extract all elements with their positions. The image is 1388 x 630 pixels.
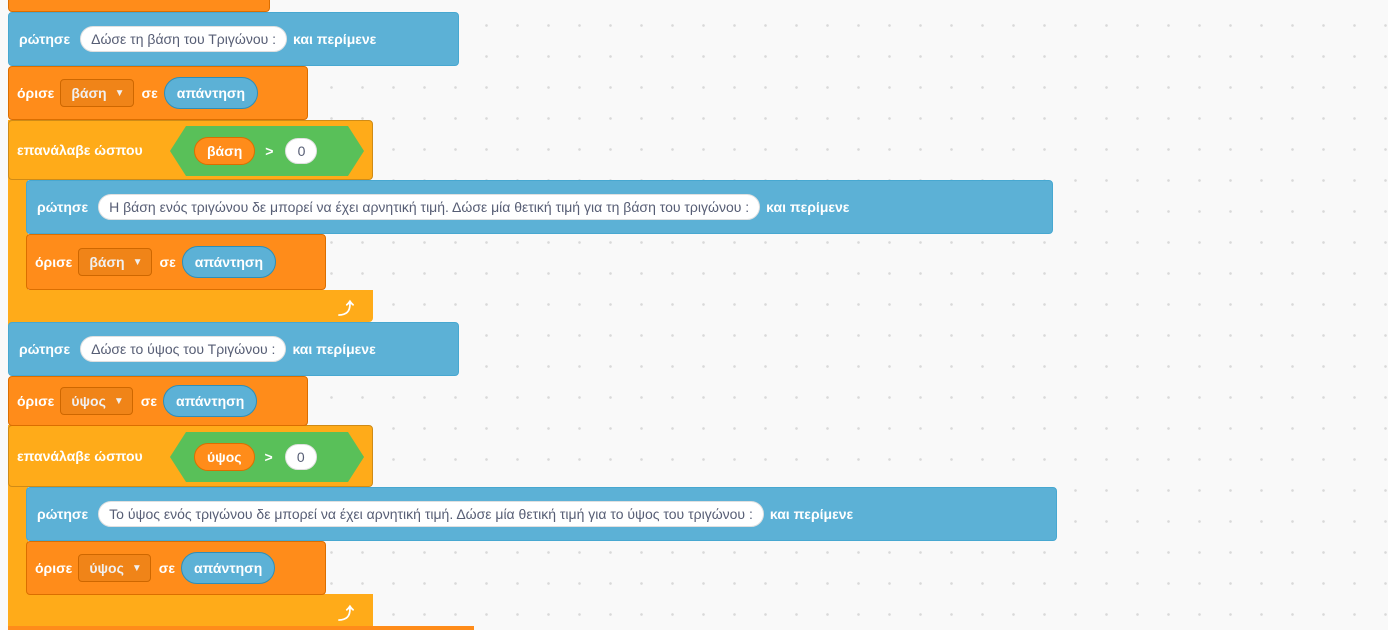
ask-and-wait-block[interactable]: ρώτησε Δώσε τη βάση του Τριγώνου : και π… — [8, 12, 459, 66]
greater-than-operator: > — [264, 449, 273, 465]
ask-keyword: ρώτησε — [19, 31, 71, 47]
number-input[interactable]: 0 — [285, 444, 317, 470]
set-keyword: όρισε — [35, 560, 73, 576]
set-keyword: όρισε — [35, 254, 73, 270]
answer-reporter[interactable]: απάντηση — [181, 246, 277, 278]
and-wait-label: και περίμενε — [292, 341, 376, 357]
caret-down-icon: ▼ — [113, 395, 124, 407]
loop-arrow-icon: ⤴ — [338, 301, 355, 318]
variable-name: ύψος — [89, 560, 124, 576]
variable-reporter[interactable]: ύψος — [194, 443, 255, 471]
repeat-until-loop-1-bottom[interactable] — [8, 290, 373, 322]
ask-and-wait-block[interactable]: ρώτησε Δώσε το ύψος του Τριγώνου : και π… — [8, 322, 459, 376]
answer-reporter[interactable]: απάντηση — [163, 77, 259, 109]
ask-keyword: ρώτησε — [19, 341, 71, 357]
caret-down-icon: ▼ — [131, 562, 142, 574]
variable-dropdown[interactable]: ύψος ▼ — [60, 387, 133, 415]
variable-dropdown[interactable]: ύψος ▼ — [78, 554, 151, 582]
answer-reporter[interactable]: απάντηση — [163, 385, 258, 417]
partial-top-block[interactable] — [8, 0, 270, 12]
answer-reporter[interactable]: απάντηση — [181, 552, 276, 584]
ask-prompt-input[interactable]: Δώσε τη βάση του Τριγώνου : — [80, 26, 288, 52]
set-keyword: όρισε — [17, 393, 55, 409]
caret-down-icon: ▼ — [114, 87, 125, 99]
to-label: σε — [140, 393, 157, 409]
ask-and-wait-block[interactable]: ρώτησε Το ύψος ενός τριγώνου δε μπορεί ν… — [26, 487, 1057, 541]
and-wait-label: και περίμενε — [769, 506, 854, 522]
ask-prompt-input[interactable]: Το ύψος ενός τριγώνου δε μπορεί να έχει … — [98, 501, 764, 527]
and-wait-label: και περίμενε — [293, 31, 377, 47]
ask-prompt-input[interactable]: Δώσε το ύψος του Τριγώνου : — [80, 336, 287, 362]
to-label: σε — [158, 560, 175, 576]
repeat-until-keyword: επανάλαβε ώσπου — [17, 142, 143, 158]
set-keyword: όρισε — [17, 85, 55, 101]
number-input[interactable]: 0 — [285, 138, 317, 164]
variable-dropdown[interactable]: βάση ▼ — [78, 248, 152, 276]
variable-reporter[interactable]: βάση — [194, 137, 255, 165]
set-variable-block[interactable]: όρισε βάση ▼ σε απάντηση — [8, 66, 308, 120]
repeat-until-loop-2-bottom[interactable] — [8, 594, 373, 630]
partial-bottom-block[interactable] — [8, 626, 474, 630]
set-variable-block[interactable]: όρισε βάση ▼ σε απάντηση — [26, 234, 326, 290]
greater-than-condition[interactable]: βάση > 0 — [170, 126, 364, 176]
ask-and-wait-block[interactable]: ρώτησε Η βάση ενός τριγώνου δε μπορεί να… — [26, 180, 1053, 234]
greater-than-operator: > — [265, 143, 274, 159]
ask-keyword: ρώτησε — [37, 199, 89, 215]
variable-name: βάση — [71, 85, 107, 101]
set-variable-block[interactable]: όρισε ύψος ▼ σε απάντηση — [8, 376, 308, 426]
variable-name: βάση — [89, 254, 125, 270]
caret-down-icon: ▼ — [132, 256, 143, 268]
to-label: σε — [159, 254, 176, 270]
ask-keyword: ρώτησε — [37, 506, 89, 522]
variable-name: ύψος — [71, 393, 106, 409]
variable-dropdown[interactable]: βάση ▼ — [60, 79, 134, 107]
ask-prompt-input[interactable]: Η βάση ενός τριγώνου δε μπορεί να έχει α… — [98, 194, 761, 220]
to-label: σε — [141, 85, 158, 101]
loop-arrow-icon: ⤴ — [338, 606, 355, 623]
and-wait-label: και περίμενε — [766, 199, 850, 215]
greater-than-condition[interactable]: ύψος > 0 — [170, 432, 364, 482]
set-variable-block[interactable]: όρισε ύψος ▼ σε απάντηση — [26, 541, 326, 595]
repeat-until-keyword: επανάλαβε ώσπου — [17, 448, 143, 464]
